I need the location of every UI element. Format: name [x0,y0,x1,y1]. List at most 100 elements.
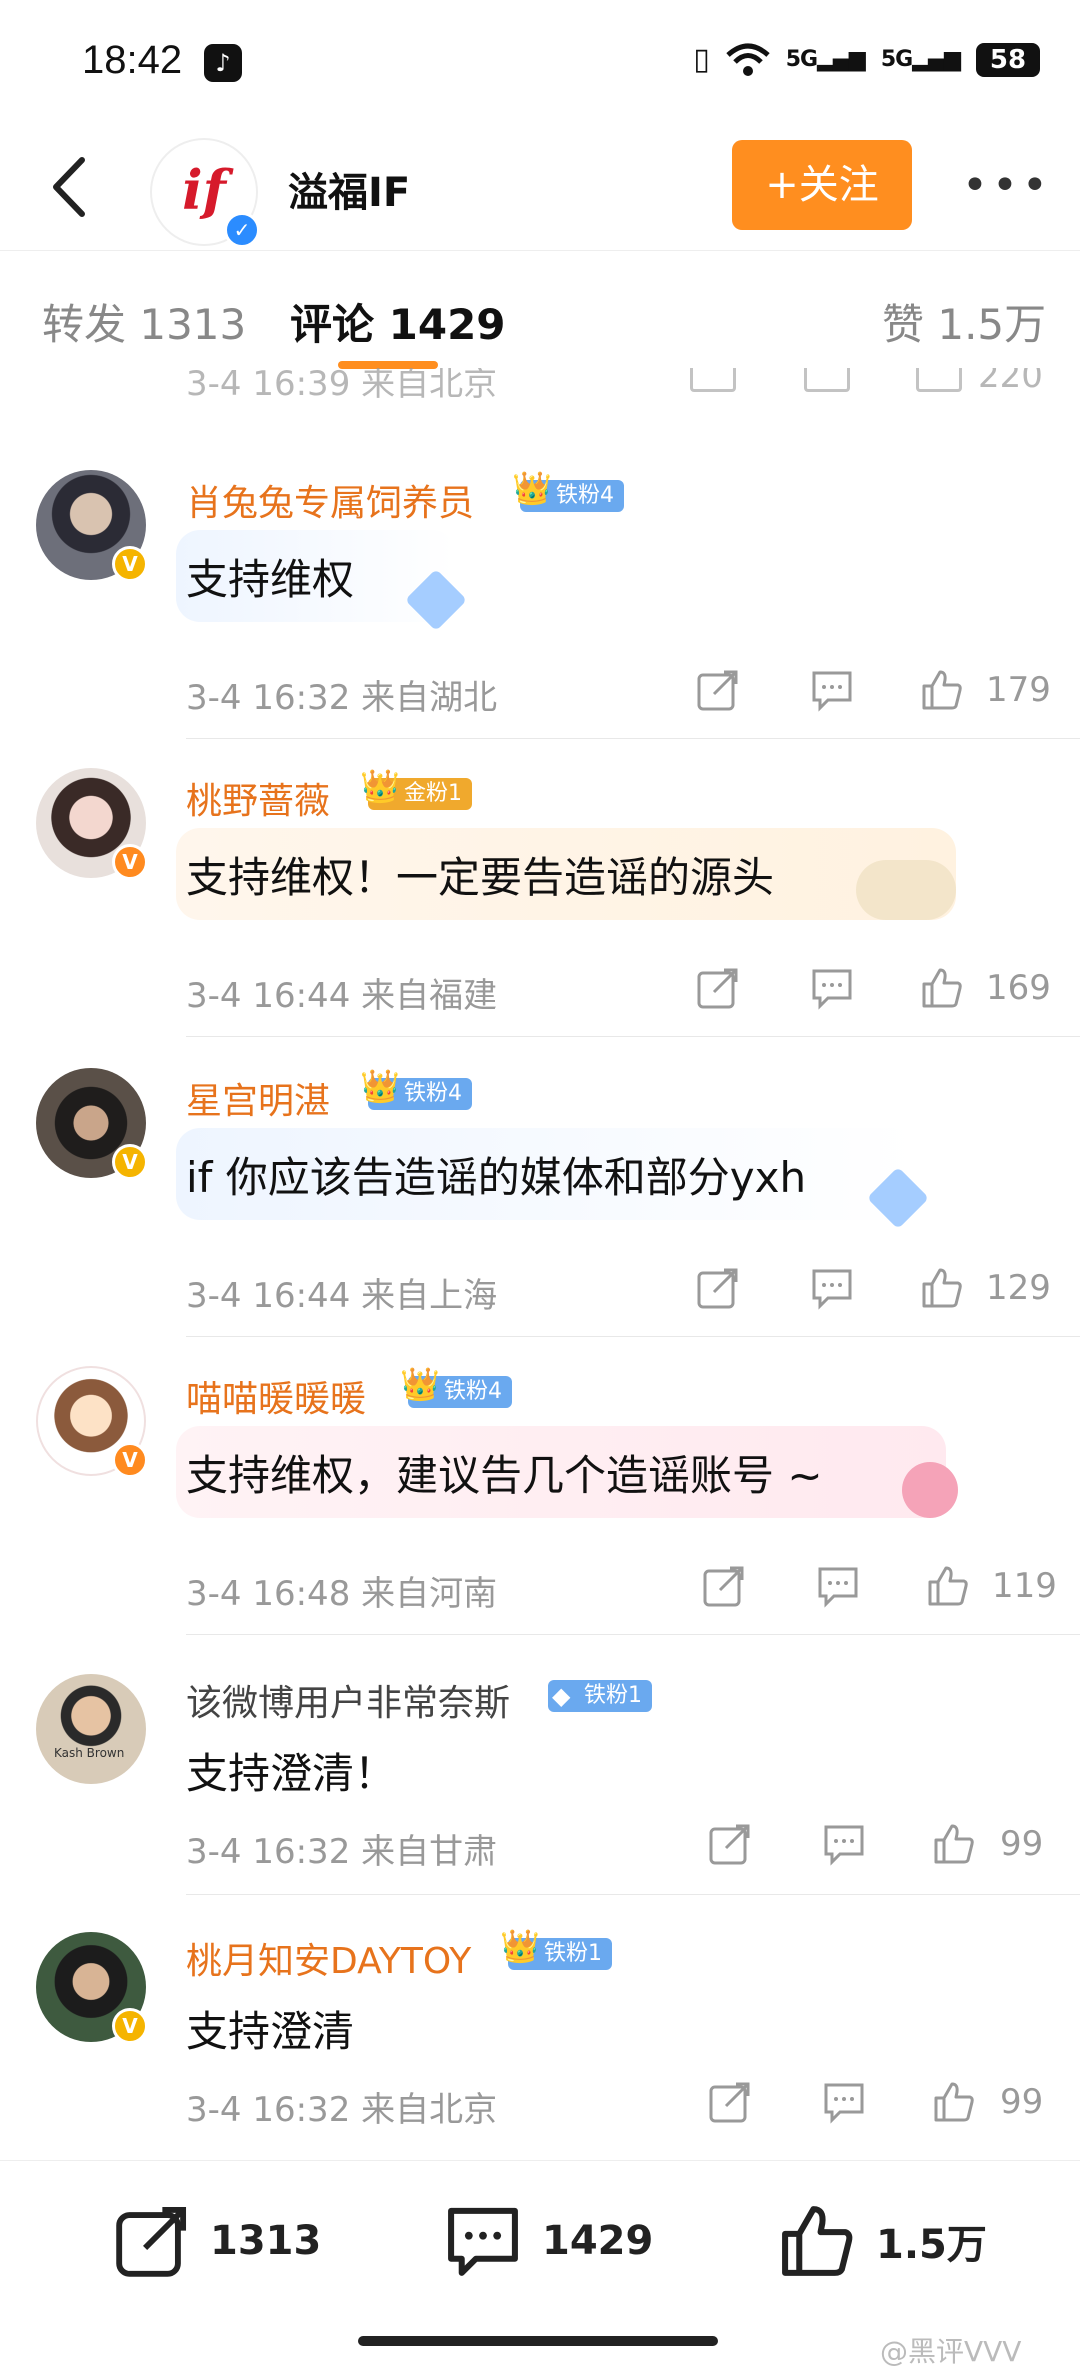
comment-meta: 3-4 16:32 来自湖北 [186,678,498,718]
avatar[interactable]: V [36,470,148,582]
bubble-decoration-icon [856,860,956,920]
avatar[interactable]: V [36,1068,148,1180]
account-avatar[interactable]: if ✓ [150,138,260,248]
comment-meta: 3-4 16:48 来自河南 [186,1574,498,1614]
comment-text: 支持维权！一定要告造谣的源头 [186,853,775,902]
comment-icon[interactable] [822,1822,866,1866]
signal-1-icon: 5G▂▄▆ [785,47,866,72]
avatar[interactable]: V [36,1932,148,2044]
diamond-icon: ◆ [552,1682,571,1710]
partial-comment-row: 3-4 16:39 来自北京 220 [0,368,1080,398]
verified-icon: ✓ [224,212,260,248]
repost-count: 1313 [210,2218,322,2264]
comment-meta: 3-4 16:32 来自北京 [186,2090,498,2130]
comment-text: 支持澄清 [186,2007,355,2056]
like-icon[interactable] [916,368,962,392]
share-icon[interactable] [702,1564,746,1608]
signal-2-icon: 5G▂▄▆ [880,47,961,72]
like-icon[interactable] [920,966,964,1010]
comment-icon[interactable] [804,368,850,392]
comment-item: V 喵喵暖暖暖 👑 铁粉4 支持维权，建议告几个造谣账号 ~ 3-4 16:48 … [0,1366,1080,1636]
comment-username[interactable]: 该微博用户非常奈斯 [186,1674,510,1726]
like-icon [782,2206,853,2276]
avatar[interactable]: V [36,1366,148,1478]
comment-meta: 3-4 16:44 来自上海 [186,1276,498,1316]
comment-item: Kash Brown 该微博用户非常奈斯 ◆ 铁粉1 支持澄清！ 3-4 16:3… [0,1670,1080,1895]
comment-icon[interactable] [822,2080,866,2124]
header: if ✓ 溢福IF +关注 ••• [0,130,1080,250]
comment-meta: 3-4 16:32 来自甘肃 [186,1832,498,1872]
account-name[interactable]: 溢福IF [288,160,410,218]
home-indicator[interactable] [358,2336,718,2346]
like-icon[interactable] [932,2080,976,2124]
verified-icon: V [112,546,148,582]
comment-text: 支持维权 [186,555,355,604]
divider [186,1036,1080,1037]
share-icon[interactable] [696,668,740,712]
tab-likes[interactable]: 赞 1.5万 [882,291,1046,352]
like-count: 169 [986,968,1051,1008]
share-icon[interactable] [690,368,736,392]
tab-reposts[interactable]: 转发 1313 [42,291,246,352]
comment-icon[interactable] [810,668,854,712]
back-icon[interactable] [40,152,100,222]
like-icon[interactable] [926,1564,970,1608]
crown-icon: 👑 [512,469,552,507]
watermark: @黑评VVV [880,2335,1022,2368]
comment-icon[interactable] [816,1564,860,1608]
like-icon[interactable] [920,668,964,712]
bear-decoration-icon [902,1462,958,1518]
share-icon[interactable] [708,1822,752,1866]
vibrate-icon: ▯ [693,42,710,77]
more-icon[interactable]: ••• [962,160,1052,211]
comment-count: 1429 [542,2218,654,2264]
verified-icon: V [112,1442,148,1478]
avatar[interactable]: V [36,768,148,880]
comment-item: V 桃野蔷薇 👑 金粉1 支持维权！一定要告造谣的源头 3-4 16:44 来自福… [0,768,1080,1038]
avatar[interactable]: Kash Brown [36,1674,146,1784]
divider [186,1894,1080,1895]
like-icon[interactable] [932,1822,976,1866]
comment-text: 支持维权，建议告几个造谣账号 ~ [186,1451,823,1500]
tab-comments[interactable]: 评论 1429 [290,291,506,352]
repost-button[interactable]: 1313 [114,2161,321,2321]
crown-icon: 👑 [400,1365,440,1403]
like-count: 99 [1000,2082,1044,2122]
comment-item: V 肖兔兔专属饲养员 👑 铁粉4 支持维权 3-4 16:32 来自湖北 179 [0,470,1080,740]
crown-icon: 👑 [500,1927,540,1965]
like-count: 220 [978,368,1043,396]
divider [186,738,1080,739]
like-icon[interactable] [920,1266,964,1310]
crown-icon: 👑 [360,767,400,805]
like-button[interactable]: 1.5万 [778,2161,987,2321]
comment-username[interactable]: 喵喵暖暖暖 [186,1370,366,1422]
like-count: 99 [1000,1824,1044,1864]
comment-meta: 3-4 16:44 来自福建 [186,976,498,1016]
battery-icon: 58 [976,42,1040,77]
comment-meta: 3-4 16:39 来自北京 [186,368,498,398]
comment-username[interactable]: 星宫明湛 [186,1072,330,1124]
fan-badge: 👑 铁粉1 [500,1930,612,1970]
share-icon[interactable] [696,966,740,1010]
comment-item: V 桃月知安DAYTOY 👑 铁粉1 支持澄清 3-4 16:32 来自北京 99 [0,1928,1080,2148]
divider [186,1634,1080,1635]
comment-icon[interactable] [810,1266,854,1310]
fan-badge: ◆ 铁粉1 [548,1680,652,1712]
comment-icon[interactable] [810,966,854,1010]
comment-username[interactable]: 肖兔兔专属饲养员 [186,474,474,526]
comment-username[interactable]: 桃月知安DAYTOY [186,1932,471,1984]
comment-button[interactable]: 1429 [444,2161,653,2321]
verified-icon: V [112,1144,148,1180]
divider [186,1336,1080,1337]
verified-icon: V [112,2008,148,2044]
comment-username[interactable]: 桃野蔷薇 [186,772,330,824]
tab-bar: 转发 1313 评论 1429 赞 1.5万 [0,250,1080,381]
fan-badge: 👑 铁粉4 [400,1368,512,1408]
share-icon[interactable] [708,2080,752,2124]
follow-button[interactable]: +关注 [732,140,912,230]
share-icon[interactable] [696,1266,740,1310]
status-icons: ▯ 5G▂▄▆ 5G▂▄▆ 58 [693,42,1040,77]
share-icon [116,2206,187,2277]
status-time: 18:42 [82,38,183,82]
crown-icon: 👑 [360,1067,400,1105]
